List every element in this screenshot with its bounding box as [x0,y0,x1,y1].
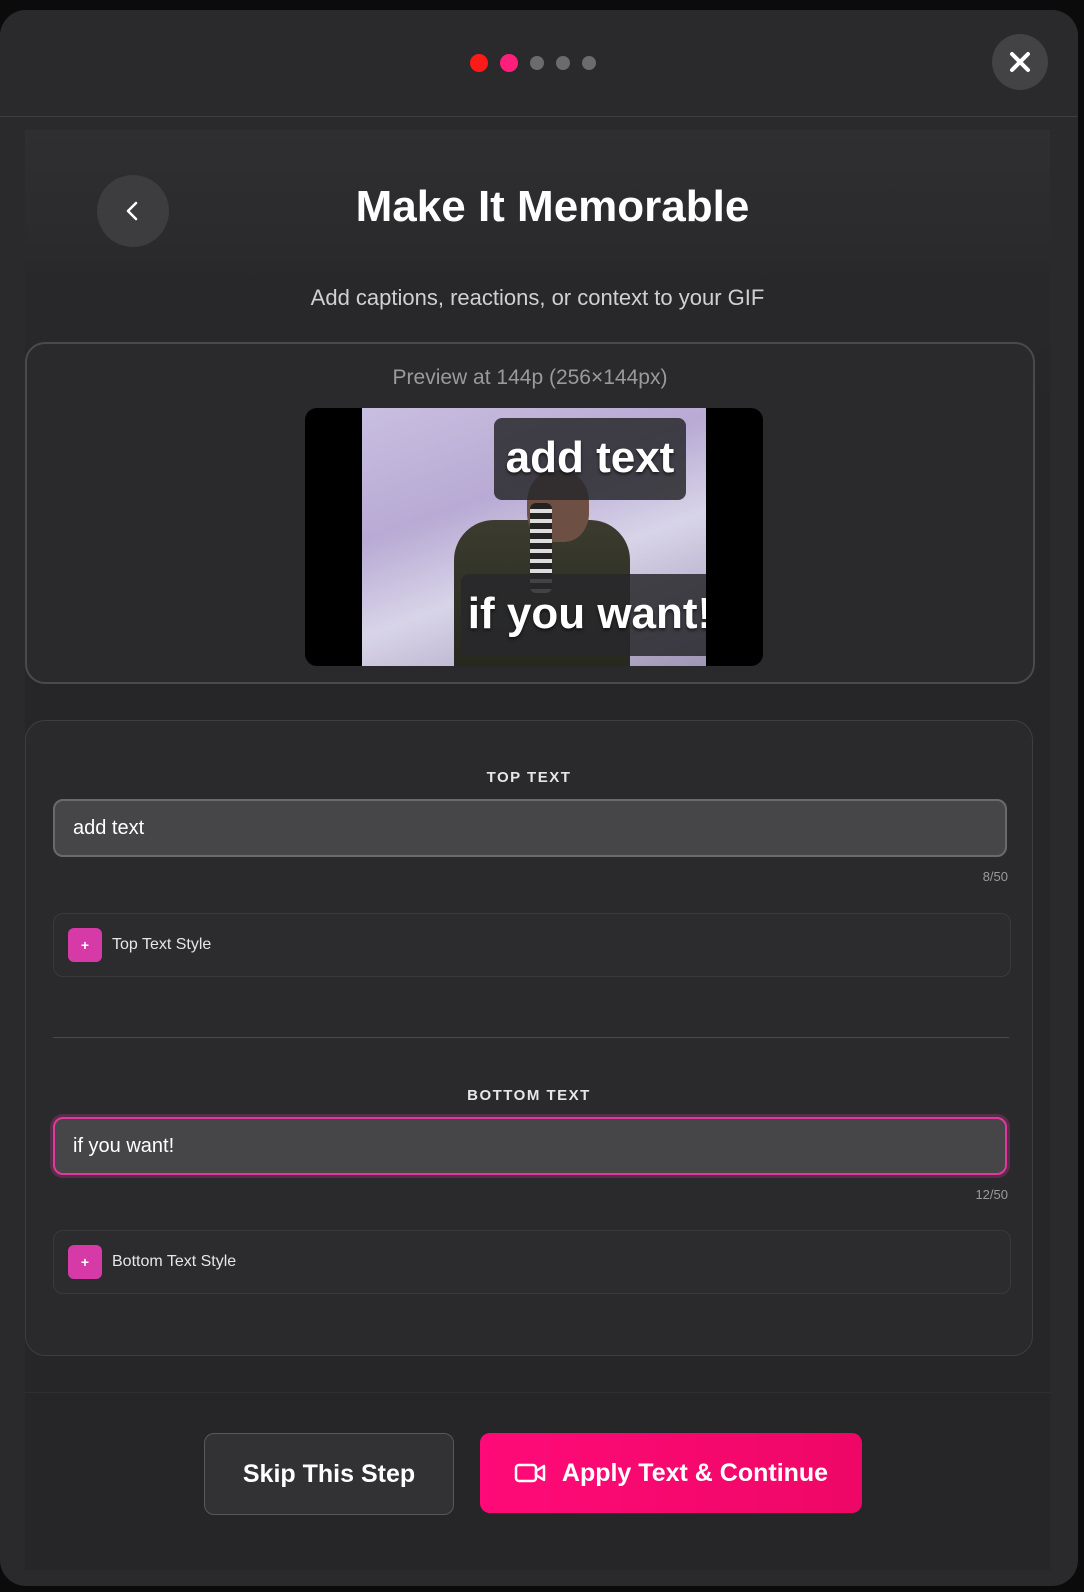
wizard-modal: Make It Memorable Add captions, reaction… [0,10,1078,1586]
bottom-text-input[interactable] [53,1117,1007,1175]
top-text-label: TOP TEXT [486,769,572,786]
step-content: Make It Memorable Add captions, reaction… [25,130,1050,1570]
plus-icon: + [68,928,102,962]
top-text-counter: 8/50 [982,869,1008,884]
top-text-input[interactable] [53,799,1007,857]
skip-step-button[interactable]: Skip This Step [204,1433,454,1515]
step-dot-5 [582,56,596,70]
step-indicator [470,54,596,72]
plus-icon: + [68,1245,102,1279]
step-dot-3 [530,56,544,70]
top-text-style-toggle[interactable]: + Top Text Style [53,913,1011,977]
bottom-text-style-label: Bottom Text Style [112,1253,237,1270]
close-icon [1010,52,1030,72]
step-dot-1 [470,54,488,72]
preview-bottom-caption: if you want! [461,574,706,656]
apply-continue-label: Apply Text & Continue [561,1458,829,1487]
bottom-text-style-toggle[interactable]: + Bottom Text Style [53,1230,1011,1294]
action-footer: Skip This Step Apply Text & Continue [25,1392,1050,1571]
top-text-style-label: Top Text Style [112,936,212,953]
preview-card: Preview at 144p (256×144px) add text if … [25,342,1035,684]
skip-step-label: Skip This Step [242,1459,416,1488]
video-camera-icon [514,1463,546,1483]
field-divider [53,1037,1009,1038]
close-button[interactable] [992,34,1048,90]
page-subtitle: Add captions, reactions, or context to y… [310,285,765,310]
step-dot-4 [556,56,570,70]
bottom-text-label: BOTTOM TEXT [467,1087,591,1104]
modal-topbar [0,10,1078,117]
apply-continue-button[interactable]: Apply Text & Continue [480,1433,862,1513]
gif-frame-image: add text if you want! [362,408,706,666]
page-title: Make It Memorable [355,182,750,231]
caption-form: TOP TEXT 8/50 + Top Text Style BOTTOM TE… [25,720,1033,1356]
bottom-text-counter: 12/50 [975,1187,1008,1202]
gif-preview: add text if you want! [305,408,763,666]
preview-label: Preview at 144p (256×144px) [392,366,668,389]
preview-top-caption: add text [494,418,686,500]
step-dot-2 [500,54,518,72]
